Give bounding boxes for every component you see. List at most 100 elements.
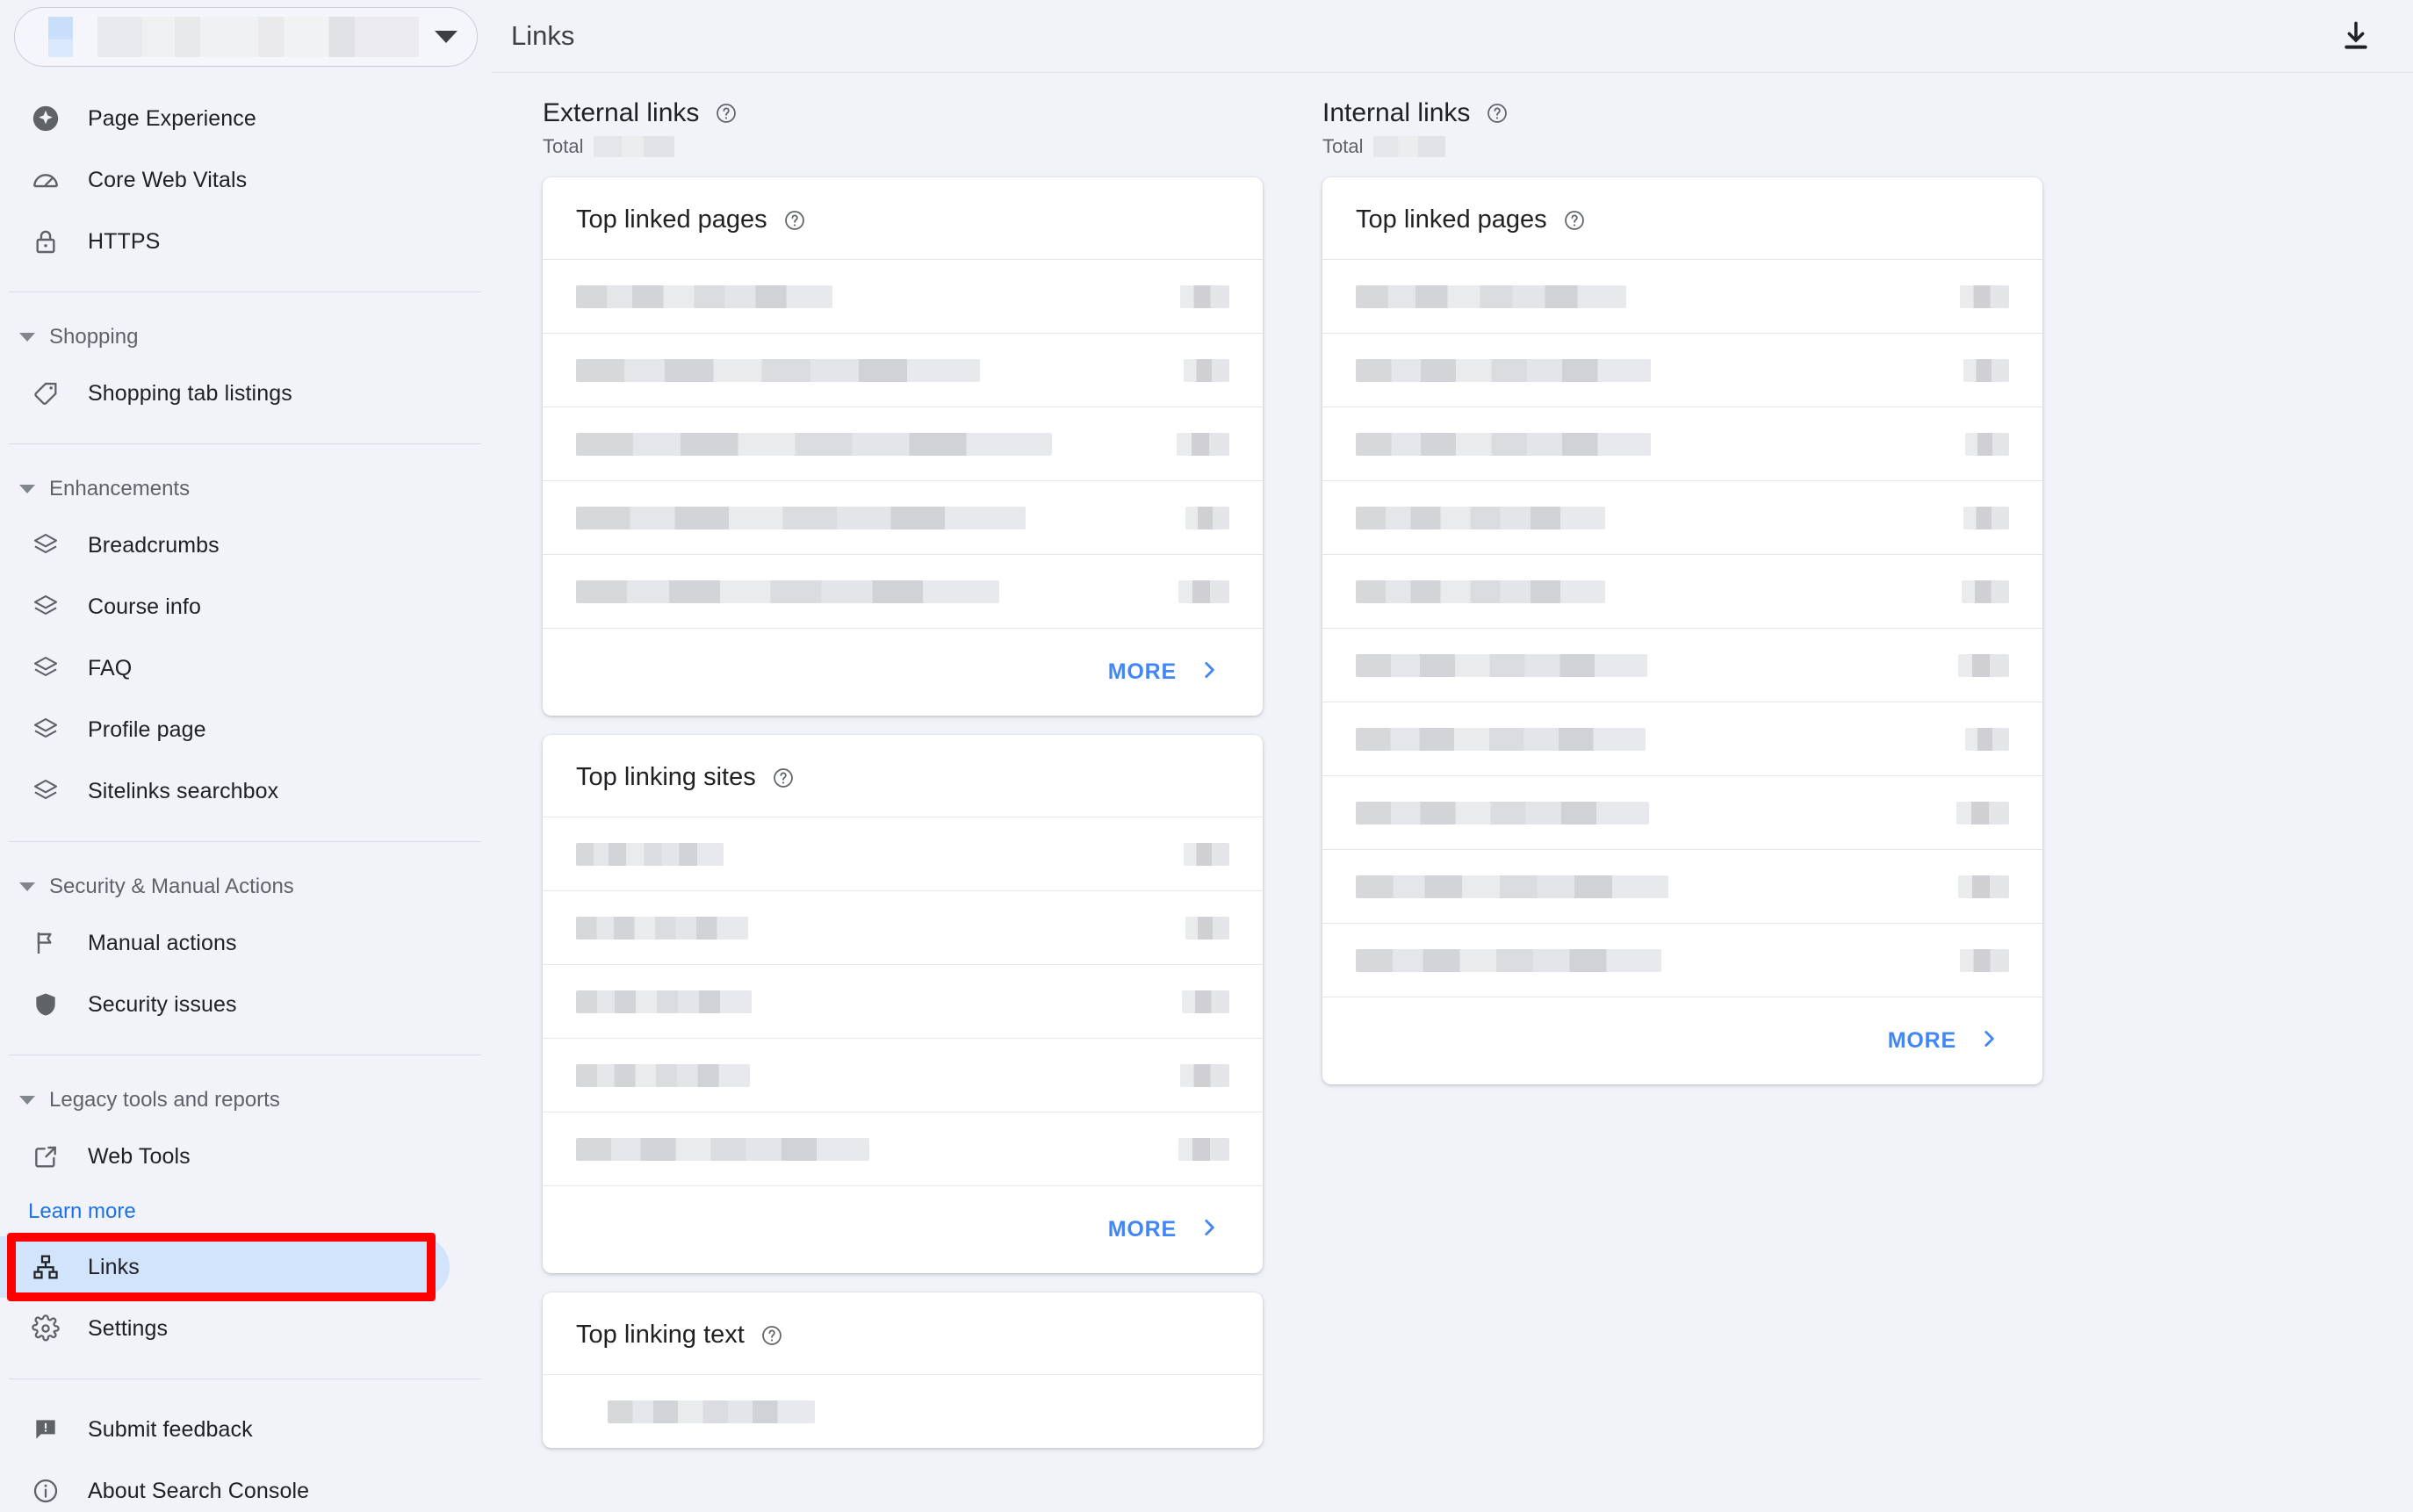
table-row[interactable] [543, 480, 1263, 554]
sidebar-item-label: Settings [88, 1315, 169, 1341]
sidebar-item-label: Shopping tab listings [88, 380, 292, 406]
redacted-page-url [576, 432, 1052, 456]
redacted-count [1185, 916, 1229, 940]
external-links-header: External links Total [543, 98, 1263, 158]
sidebar-section-legacy-tools[interactable]: Legacy tools and reports [0, 1075, 492, 1126]
table-row[interactable] [543, 1038, 1263, 1112]
redacted-page-url [1356, 284, 1626, 308]
redacted-page-url [1356, 432, 1651, 456]
more-button[interactable]: MORE [1108, 659, 1177, 685]
sidebar-item-faq[interactable]: FAQ [0, 637, 492, 699]
table-row[interactable] [543, 890, 1263, 964]
sidebar-nav: Page Experience Core Web Vitals HTTPS Sh… [0, 88, 492, 1512]
sidebar-item-label: Web Tools [88, 1143, 191, 1169]
sidebar-item-https[interactable]: HTTPS [0, 211, 492, 272]
help-icon[interactable] [1486, 102, 1509, 125]
redacted-site [576, 990, 752, 1013]
property-selector[interactable] [14, 7, 478, 67]
redacted-count [1177, 432, 1229, 456]
sidebar-item-shopping-tab-listings[interactable]: Shopping tab listings [0, 363, 492, 424]
chevron-right-icon[interactable] [1198, 1216, 1221, 1243]
table-row[interactable] [543, 1374, 1263, 1448]
download-icon[interactable] [2332, 12, 2380, 60]
table-row[interactable] [543, 554, 1263, 628]
learn-more-link[interactable]: Learn more [0, 1187, 492, 1236]
sidebar-item-security-issues[interactable]: Security issues [0, 974, 492, 1035]
table-row[interactable] [1322, 775, 2042, 849]
sidebar-item-breadcrumbs[interactable]: Breadcrumbs [0, 515, 492, 576]
table-row[interactable] [1322, 259, 2042, 333]
table-row[interactable] [1322, 849, 2042, 923]
help-icon[interactable] [715, 102, 738, 125]
sidebar-item-settings[interactable]: Settings [0, 1298, 492, 1359]
table-row[interactable] [1322, 333, 2042, 407]
table-row[interactable] [543, 259, 1263, 333]
redacted-count [1180, 284, 1229, 308]
shield-icon [28, 990, 63, 1019]
more-button[interactable]: MORE [1888, 1028, 1956, 1054]
redacted-count [1958, 875, 2009, 898]
sidebar-section-shopping[interactable]: Shopping [0, 312, 492, 363]
table-row[interactable] [543, 407, 1263, 480]
sidebar-item-label: Profile page [88, 716, 206, 742]
sidebar-section-label: Legacy tools and reports [49, 1088, 280, 1112]
card-top-linking-text: Top linking text [543, 1292, 1263, 1448]
redacted-count [1178, 1137, 1229, 1161]
table-row[interactable] [543, 817, 1263, 890]
sidebar-item-sitelinks-searchbox[interactable]: Sitelinks searchbox [0, 760, 492, 822]
redacted-site [576, 1137, 869, 1161]
chevron-right-icon[interactable] [1198, 659, 1221, 686]
sidebar-section-label: Shopping [49, 325, 139, 349]
card-footer: MORE [1322, 997, 2042, 1084]
layers-icon [28, 716, 63, 744]
layers-icon [28, 777, 63, 805]
chevron-right-icon[interactable] [1977, 1027, 2000, 1055]
redacted-count [1965, 432, 2009, 456]
sidebar-item-label: Submit feedback [88, 1416, 253, 1442]
table-row[interactable] [543, 333, 1263, 407]
caret-down-icon[interactable] [435, 31, 457, 43]
table-row[interactable] [1322, 628, 2042, 702]
sidebar-item-label: About Search Console [88, 1478, 310, 1503]
page-header: Links [492, 0, 2413, 73]
sidebar-item-label: Manual actions [88, 930, 237, 955]
help-icon[interactable] [1563, 209, 1586, 232]
table-row[interactable] [543, 1112, 1263, 1185]
sidebar-divider [9, 841, 481, 842]
table-row[interactable] [1322, 554, 2042, 628]
table-row[interactable] [1322, 702, 2042, 775]
sidebar-item-course-info[interactable]: Course info [0, 576, 492, 637]
sidebar-item-manual-actions[interactable]: Manual actions [0, 912, 492, 974]
sidebar-item-label: Sitelinks searchbox [88, 778, 279, 803]
table-row[interactable] [1322, 480, 2042, 554]
help-icon[interactable] [760, 1324, 783, 1347]
sidebar-section-enhancements[interactable]: Enhancements [0, 464, 492, 515]
sidebar-item-links[interactable]: Links [0, 1236, 450, 1298]
lock-icon [28, 227, 63, 256]
table-row[interactable] [1322, 923, 2042, 997]
help-icon[interactable] [772, 767, 795, 789]
redacted-page-url [1356, 653, 1647, 677]
sidebar-item-label: Links [88, 1254, 140, 1279]
feedback-icon [28, 1415, 63, 1444]
table-row[interactable] [1322, 407, 2042, 480]
layers-icon [28, 531, 63, 559]
sidebar-item-about-search-console[interactable]: About Search Console [0, 1460, 492, 1512]
sidebar-item-label: Course info [88, 594, 201, 619]
redacted-count [1963, 506, 2009, 529]
sidebar-section-security-manual-actions[interactable]: Security & Manual Actions [0, 861, 492, 912]
redacted-count [1958, 653, 2009, 677]
help-icon[interactable] [783, 209, 806, 232]
sidebar-item-core-web-vitals[interactable]: Core Web Vitals [0, 149, 492, 211]
card-title: Top linking text [576, 1321, 745, 1349]
section-title: Internal links [1322, 98, 1471, 127]
sidebar-item-page-experience[interactable]: Page Experience [0, 88, 492, 149]
more-button[interactable]: MORE [1108, 1217, 1177, 1242]
sidebar-item-submit-feedback[interactable]: Submit feedback [0, 1399, 492, 1460]
chevron-down-icon [19, 1096, 35, 1105]
sidebar-item-profile-page[interactable]: Profile page [0, 699, 492, 760]
chevron-down-icon [19, 333, 35, 342]
table-row[interactable] [543, 964, 1263, 1038]
sidebar-item-web-tools[interactable]: Web Tools [0, 1126, 492, 1187]
redacted-page-url [1356, 727, 1646, 751]
